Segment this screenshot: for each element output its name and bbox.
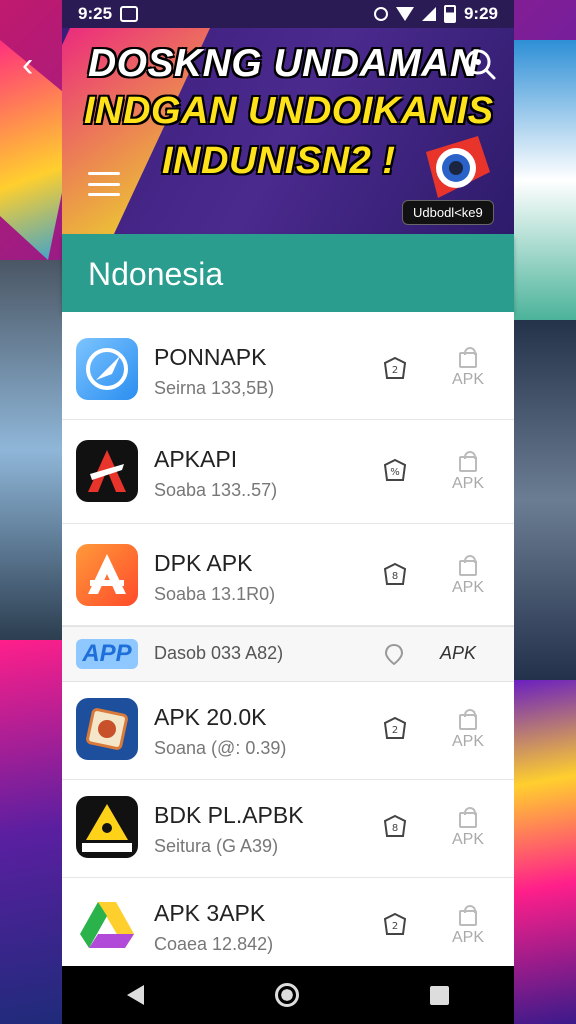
svg-text:2: 2	[392, 725, 398, 736]
nav-recents-icon[interactable]	[429, 985, 449, 1005]
background-shard	[512, 40, 576, 320]
background-shard	[0, 260, 64, 640]
compass-icon	[76, 338, 138, 400]
app-meta: Soana (@: 0.39)	[154, 738, 287, 758]
section-title: Ndonesia	[62, 234, 514, 312]
compact-list-item[interactable]: APP Dasob 033 A82) APK	[62, 626, 514, 682]
search-icon[interactable]	[462, 46, 498, 82]
system-nav-bar	[62, 966, 514, 1024]
shield-icon[interactable]: 2	[382, 716, 408, 742]
nav-home-icon[interactable]	[274, 983, 299, 1007]
app-name: DPK APK	[154, 550, 253, 576]
list-item[interactable]: PONNAPK Seirna 133,5B) 2 APK	[62, 312, 514, 420]
location-pin-icon[interactable]	[384, 643, 404, 665]
download-apk-button[interactable]: APK	[448, 905, 488, 947]
app-logo: APP	[76, 639, 138, 669]
shield-icon[interactable]: %	[382, 458, 408, 484]
status-time: 9:25	[78, 4, 113, 23]
hamburger-menu-icon[interactable]	[88, 172, 120, 196]
list-item[interactable]: DPK APK Soaba 13.1R0) 8 APK	[62, 524, 514, 626]
wifi-icon	[395, 7, 414, 21]
app-meta: Coaea 12.842)	[154, 934, 274, 954]
notification-icon	[120, 6, 139, 22]
red-a-icon	[76, 440, 138, 502]
shield-icon[interactable]: 2	[382, 356, 408, 382]
drive-icon	[76, 894, 138, 956]
background-shard	[512, 320, 576, 680]
shield-icon[interactable]: 8	[382, 814, 408, 840]
download-apk-button[interactable]: APK	[448, 347, 488, 389]
header-banner: DOSKNG UNDAMAN INDGAN UNDOIKANIS INDUNIS…	[62, 28, 514, 234]
nav-back-icon[interactable]	[127, 985, 145, 1005]
background-shard	[0, 640, 64, 1024]
list-item[interactable]: APKAPI Soaba 133..57) % APK	[62, 420, 514, 524]
svg-text:2: 2	[392, 365, 398, 376]
download-apk-button[interactable]: APK	[448, 709, 488, 751]
app-name: APK 20.0K	[154, 704, 267, 730]
download-apk-button[interactable]: APK	[448, 451, 488, 493]
svg-text:2: 2	[392, 921, 398, 932]
download-apk-button[interactable]: APK	[448, 807, 488, 849]
svg-text:8: 8	[392, 823, 398, 834]
background-shard	[512, 680, 576, 1024]
yellow-triangle-icon	[76, 796, 138, 858]
orange-a-icon	[76, 544, 138, 606]
signal-icon	[421, 7, 436, 21]
svg-text:%: %	[390, 467, 400, 478]
badge-icon	[76, 698, 138, 760]
app-meta: Soaba 133..57)	[154, 480, 278, 500]
shield-icon[interactable]: 2	[382, 912, 408, 938]
shield-icon[interactable]: 8	[382, 562, 408, 588]
app-name: APK 3APK	[154, 900, 266, 926]
banner-title-line-1: DOSKNG UNDAMAN	[88, 42, 479, 85]
app-meta: Dasob 033 A82)	[154, 643, 284, 663]
alarm-icon	[373, 7, 388, 21]
list-item[interactable]: APK 20.0K Soana (@: 0.39) 2 APK	[62, 682, 514, 780]
battery-icon	[443, 5, 456, 23]
brand-logo-icon[interactable]	[418, 132, 494, 204]
list-item[interactable]: BDK PL.APBK Seitura (G A39) 8 APK	[62, 780, 514, 878]
status-time-right: 9:29	[463, 4, 498, 23]
app-list: PONNAPK Seirna 133,5B) 2 APK APKAPI Soab…	[62, 312, 514, 966]
app-name: PONNAPK	[154, 344, 267, 370]
status-bar: 9:25 9:29	[62, 0, 514, 28]
download-apk-button[interactable]: APK	[448, 555, 488, 597]
list-item[interactable]: APK 3APK Coaea 12.842) 2 APK	[62, 878, 514, 966]
banner-title-line-3: INDUNISN2 !	[162, 140, 396, 182]
back-chevron-icon[interactable]: ‹	[22, 48, 56, 82]
banner-title-line-2: INDGAN UNDOIKANIS	[84, 90, 494, 132]
app-meta: Soaba 13.1R0)	[154, 584, 276, 604]
app-name: BDK PL.APBK	[154, 802, 304, 828]
svg-text:8: 8	[392, 571, 398, 582]
brand-tag: Udbodl<ke9	[402, 200, 494, 225]
download-apk-button[interactable]: APK	[440, 643, 476, 664]
app-meta: Seitura (G A39)	[154, 836, 279, 856]
app-name: APKAPI	[154, 446, 238, 472]
app-meta: Seirna 133,5B)	[154, 378, 275, 398]
